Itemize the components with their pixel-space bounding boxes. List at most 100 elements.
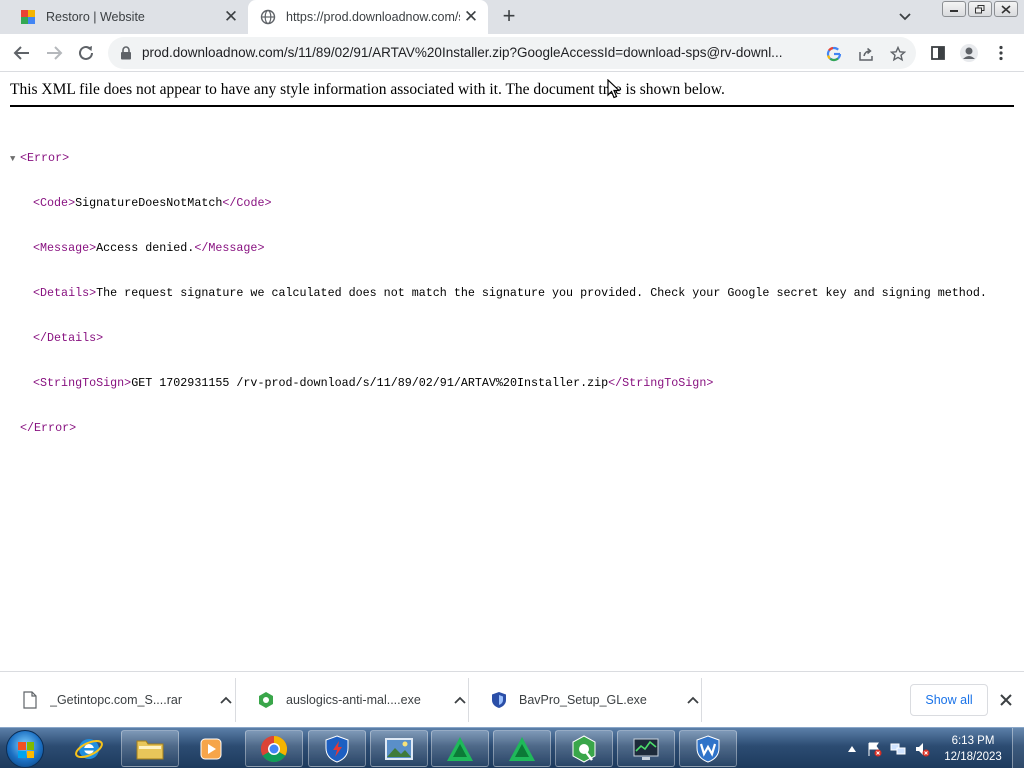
picture-icon: [385, 737, 413, 760]
browser-toolbar: prod.downloadnow.com/s/11/89/02/91/ARTAV…: [0, 34, 1024, 72]
windows-taskbar: 6:13 PM 12/18/2023: [0, 727, 1024, 768]
new-tab-button[interactable]: +: [497, 5, 521, 28]
windows-logo-icon: [18, 742, 34, 758]
collapse-triangle-icon[interactable]: ▼: [10, 152, 20, 167]
chevron-up-icon[interactable]: [218, 692, 234, 708]
download-filename: auslogics-anti-mal....exe: [286, 693, 421, 707]
taskbar-image-viewer[interactable]: [370, 730, 428, 767]
taskbar-clock[interactable]: 6:13 PM 12/18/2023: [936, 733, 1010, 765]
tab-search-chevron-icon[interactable]: [895, 7, 915, 27]
taskbar-file-explorer[interactable]: [121, 730, 179, 767]
menu-button[interactable]: [990, 42, 1012, 64]
taskbar-wise-care[interactable]: [679, 730, 737, 767]
taskbar-internet-explorer[interactable]: [60, 730, 118, 767]
share-button[interactable]: [857, 45, 875, 63]
google-lens-icon[interactable]: [825, 45, 843, 63]
minimize-button[interactable]: [942, 1, 966, 17]
side-panel-button[interactable]: [927, 42, 949, 64]
profile-avatar-icon: [960, 44, 978, 62]
taskbar-green-app-2[interactable]: [493, 730, 551, 767]
reload-button[interactable]: [74, 41, 98, 65]
xml-message-value: Access denied.: [96, 241, 195, 255]
xml-code-value: SignatureDoesNotMatch: [75, 196, 223, 210]
xml-tag: <Details>: [33, 286, 97, 300]
xml-details-value: The request signature we calculated does…: [96, 286, 987, 300]
download-filename: BavPro_Setup_GL.exe: [519, 693, 647, 707]
taskbar-media-player[interactable]: [182, 730, 240, 767]
tab-downloadnow[interactable]: https://prod.downloadnow.com/s/11/89/02/…: [248, 0, 488, 34]
show-all-downloads-button[interactable]: Show all: [910, 684, 988, 716]
internet-explorer-icon: [75, 738, 103, 759]
auslogics-icon: [572, 734, 596, 763]
xml-tag: <Message>: [33, 241, 97, 255]
volume-muted-icon: [916, 743, 930, 757]
taskbar-security-app[interactable]: [308, 730, 366, 767]
chevron-up-icon[interactable]: [685, 692, 701, 708]
restoro-icon: [21, 10, 35, 24]
clock-time: 6:13 PM: [951, 735, 995, 747]
xml-tag: </Code>: [222, 196, 272, 210]
xml-tag: </Message>: [194, 241, 265, 255]
back-button[interactable]: [10, 41, 34, 65]
taskbar-green-app-1[interactable]: [431, 730, 489, 767]
forward-button[interactable]: [42, 41, 66, 65]
taskbar-auslogics[interactable]: [555, 730, 613, 767]
monitor-icon: [633, 738, 659, 760]
close-tab-icon[interactable]: ✕: [460, 6, 482, 28]
back-arrow-icon: [13, 46, 29, 60]
download-item[interactable]: _Getintopc.com_S....rar: [0, 678, 236, 722]
tab-restoro[interactable]: Restoro | Website ✕: [8, 0, 248, 34]
xml-tag: </Error>: [20, 421, 77, 435]
shield-icon: [492, 692, 506, 708]
forward-arrow-icon: [47, 46, 63, 60]
xml-tag: <Code>: [33, 196, 76, 210]
xml-details-close-row: </Details>: [10, 331, 987, 346]
show-desktop-button[interactable]: [1012, 728, 1024, 768]
reload-icon: [79, 45, 93, 60]
page-content: This XML file does not appear to have an…: [0, 73, 1024, 671]
tray-network[interactable]: [890, 741, 906, 757]
window-controls: [942, 1, 1018, 17]
minimize-icon: [950, 10, 958, 12]
triangle-up-icon: [848, 746, 856, 752]
start-button[interactable]: [6, 730, 44, 768]
show-hidden-icons-button[interactable]: [844, 741, 860, 757]
taskbar-system-monitor[interactable]: [617, 730, 675, 767]
tray-action-center[interactable]: [866, 741, 882, 757]
bookmark-button[interactable]: [889, 45, 907, 63]
xml-style-notice: This XML file does not appear to have an…: [10, 81, 1014, 107]
tab-title: Restoro | Website: [46, 10, 145, 24]
xml-stringtosign-row: <StringToSign>GET 1702931155 /rv-prod-do…: [10, 376, 987, 391]
address-bar[interactable]: prod.downloadnow.com/s/11/89/02/91/ARTAV…: [108, 37, 916, 69]
folder-icon: [136, 740, 164, 759]
xml-code-row: <Code>SignatureDoesNotMatch</Code>: [10, 196, 987, 211]
auslogics-icon: [259, 692, 273, 708]
close-window-button[interactable]: [994, 1, 1018, 17]
download-item[interactable]: auslogics-anti-mal....exe: [236, 678, 469, 722]
globe-icon: [260, 9, 276, 25]
tab-title: https://prod.downloadnow.com/s/11/89/02/…: [286, 10, 460, 24]
media-player-icon: [200, 738, 222, 759]
xml-error-open-row[interactable]: ▼ <Error>: [10, 151, 987, 166]
network-icon: [890, 743, 906, 755]
w-shield-icon: [696, 734, 720, 763]
tray-volume[interactable]: [914, 741, 930, 757]
star-icon: [890, 46, 906, 62]
url-text[interactable]: prod.downloadnow.com/s/11/89/02/91/ARTAV…: [142, 37, 812, 69]
profile-button[interactable]: [958, 42, 980, 64]
green-triangle-icon: [509, 736, 535, 761]
download-item[interactable]: BavPro_Setup_GL.exe: [469, 678, 702, 722]
taskbar-chrome[interactable]: [245, 730, 303, 767]
xml-message-row: <Message>Access denied.</Message>: [10, 241, 987, 256]
restore-icon: [975, 4, 985, 13]
close-tab-icon[interactable]: ✕: [220, 6, 242, 28]
file-icon: [23, 691, 37, 709]
close-icon[interactable]: [998, 692, 1014, 708]
xml-tree: ▼ <Error> <Code>SignatureDoesNotMatch</Co…: [10, 121, 987, 466]
restore-button[interactable]: [968, 1, 992, 17]
xml-tag: </StringToSign>: [608, 376, 714, 390]
chevron-up-icon[interactable]: [452, 692, 468, 708]
clock-date: 12/18/2023: [944, 751, 1002, 763]
lock-icon[interactable]: [119, 46, 133, 60]
tab-strip: Restoro | Website ✕ https://prod.downloa…: [0, 0, 1024, 34]
